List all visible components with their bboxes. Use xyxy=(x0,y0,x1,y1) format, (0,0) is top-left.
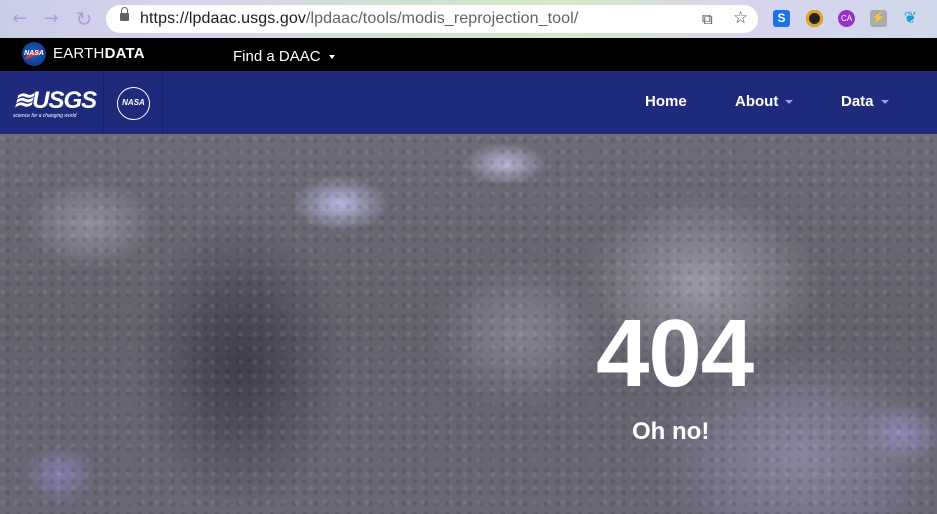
lock-icon[interactable] xyxy=(120,7,129,21)
nav-about[interactable]: About xyxy=(735,93,794,110)
back-icon[interactable]: ← xyxy=(9,8,31,30)
nasa-logo-icon: NASA xyxy=(117,87,150,120)
reload-icon[interactable]: ↻ xyxy=(73,8,95,30)
translate-icon[interactable]: ⧉ xyxy=(702,10,713,28)
ca-extension-icon[interactable]: CA xyxy=(838,10,855,27)
nav-home[interactable]: Home xyxy=(645,93,687,110)
usgs-logo-mark: ≋USGS xyxy=(13,87,97,114)
find-daac-label: Find a DAAC xyxy=(233,48,321,65)
chevron-down-icon xyxy=(328,55,335,60)
nav-data[interactable]: Data xyxy=(841,93,889,110)
nasa-logo-icon[interactable]: NASA xyxy=(22,42,46,66)
url-text[interactable]: https://lpdaac.usgs.gov/lpdaac/tools/mod… xyxy=(140,10,578,28)
earthdata-brand[interactable]: EARTHDATA xyxy=(53,45,145,62)
s-extension-icon[interactable]: S xyxy=(773,10,790,27)
cloud-texture xyxy=(0,134,937,514)
error-code: 404 xyxy=(596,300,754,407)
site-navbar: ≋USGS science for a changing world NASA … xyxy=(0,71,937,134)
earthdata-header: NASA EARTHDATA Find a DAAC xyxy=(0,38,937,71)
color-extension-icon[interactable] xyxy=(806,10,823,27)
hero-satellite-image: 404 Oh no! xyxy=(0,134,937,514)
star-icon[interactable]: ☆ xyxy=(733,8,748,28)
bolt-extension-icon[interactable]: ⚡ xyxy=(870,10,887,27)
chevron-down-icon xyxy=(785,100,794,105)
nasa-nav-logo[interactable]: NASA xyxy=(104,71,163,134)
chevron-down-icon xyxy=(880,100,889,105)
address-bar[interactable]: https://lpdaac.usgs.gov/lpdaac/tools/mod… xyxy=(106,5,758,33)
usgs-logo[interactable]: ≋USGS science for a changing world xyxy=(0,71,104,134)
leaf-extension-icon[interactable]: ❦ xyxy=(902,10,919,27)
browser-toolbar: ← → ↻ https://lpdaac.usgs.gov/lpdaac/too… xyxy=(0,0,937,38)
forward-icon[interactable]: → xyxy=(40,8,62,30)
error-message: Oh no! xyxy=(632,418,710,445)
find-daac-dropdown[interactable]: Find a DAAC xyxy=(233,48,335,65)
